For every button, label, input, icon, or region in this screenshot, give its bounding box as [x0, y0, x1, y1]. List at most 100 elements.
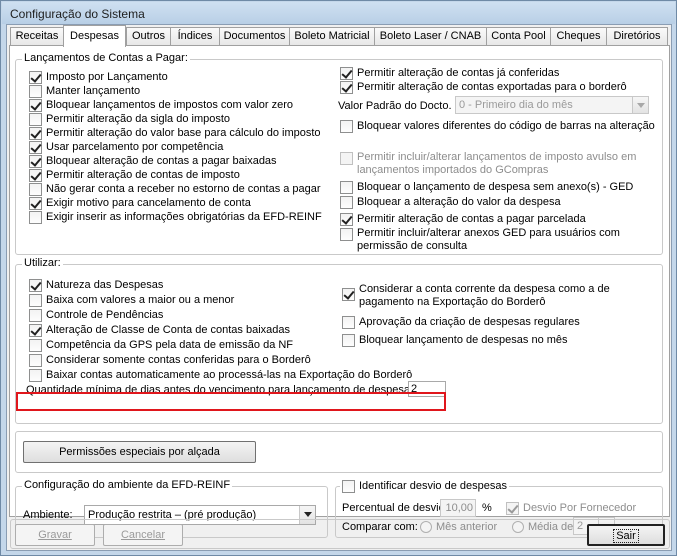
tab-documentos[interactable]: Documentos	[219, 27, 290, 46]
checkbox-box[interactable]	[342, 333, 355, 347]
checkbox-box[interactable]	[340, 152, 353, 165]
checkbox-box[interactable]	[29, 140, 42, 154]
exigir-motivo-cancelamento-checkbox[interactable]: Exigir motivo para cancelamento de conta	[29, 196, 251, 210]
competencia-gps-checkbox[interactable]: Competência da GPS pela data de emissão …	[29, 338, 293, 352]
tab-despesas[interactable]: Despesas	[63, 25, 126, 47]
checkbox-box[interactable]	[340, 180, 353, 194]
tab-cheques[interactable]: Cheques	[550, 27, 607, 46]
checkbox-box[interactable]	[29, 70, 42, 84]
checkbox-box[interactable]	[506, 501, 519, 515]
considerar-conta-corrente-checkbox[interactable]: Considerar a conta corrente da despesa c…	[342, 283, 610, 309]
checkbox-label: Aprovação da criação de despesas regular…	[359, 316, 580, 328]
permitir-ged-usuarios-consulta-checkbox[interactable]: Permitir incluir/alterar anexos GED para…	[340, 227, 620, 253]
alteracao-classe-conta-checkbox[interactable]: Alteração de Classe de Conta de contas b…	[29, 323, 290, 337]
permitir-alteracao-sigla-checkbox[interactable]: Permitir alteração da sigla do imposto	[29, 112, 230, 126]
controle-pendencias-checkbox[interactable]: Controle de Pendências	[29, 308, 163, 322]
checkbox-box[interactable]	[29, 278, 42, 292]
bloquear-alteracao-baixadas-checkbox[interactable]: Bloquear alteração de contas a pagar bai…	[29, 154, 277, 168]
checkbox-box[interactable]	[29, 112, 42, 126]
checkbox-box[interactable]	[342, 315, 355, 329]
checkbox-box[interactable]	[29, 84, 42, 98]
checkbox-label: Considerar a conta corrente da despesa c…	[359, 283, 610, 309]
checkbox-box[interactable]	[29, 210, 42, 224]
checkbox-label: Permitir alteração da sigla do imposto	[46, 113, 231, 125]
checkbox-label: Natureza das Despesas	[46, 279, 164, 291]
checkbox-box[interactable]	[29, 98, 42, 112]
bloquear-lancamento-sem-anexo-checkbox[interactable]: Bloquear o lançamento de despesa sem ane…	[340, 180, 633, 194]
identificar-desvio-checkbox[interactable]: Identificar desvio de despesas	[340, 479, 509, 493]
permissoes-especiais-button[interactable]: Permissões especiais por alçada	[23, 441, 256, 463]
lancamentos-group: Lançamentos de Contas a Pagar: Imposto p…	[15, 52, 663, 255]
checkbox-box[interactable]	[29, 308, 42, 322]
checkbox-box[interactable]	[29, 368, 42, 382]
checkbox-box[interactable]	[29, 293, 42, 307]
permitir-alteracao-conferidas-checkbox[interactable]: Permitir alteração de contas já conferid…	[340, 66, 559, 80]
checkbox-box[interactable]	[29, 338, 42, 352]
chevron-down-icon[interactable]	[632, 97, 648, 113]
permitir-alteracao-parcelada-checkbox[interactable]: Permitir alteração de contas a pagar par…	[340, 212, 586, 226]
checkbox-box[interactable]	[29, 168, 42, 182]
nao-gerar-conta-receber-checkbox[interactable]: Não gerar conta a receber no estorno de …	[29, 182, 321, 196]
tab-receitas[interactable]: Receitas	[10, 27, 64, 46]
aprovacao-despesas-regulares-checkbox[interactable]: Aprovação da criação de despesas regular…	[342, 315, 580, 329]
considerar-contas-conferidas-checkbox[interactable]: Considerar somente contas conferidas par…	[29, 353, 311, 367]
checkbox-label: Manter lançamento	[46, 85, 141, 97]
sair-label: Sair	[613, 529, 639, 543]
usar-parcelamento-competencia-checkbox[interactable]: Usar parcelamento por competência	[29, 140, 223, 154]
natureza-despesas-checkbox[interactable]: Natureza das Despesas	[29, 278, 163, 292]
permitir-alteracao-valor-base-checkbox[interactable]: Permitir alteração do valor base para cá…	[29, 126, 321, 140]
percentual-desvio-input[interactable]: 10,00	[440, 499, 476, 517]
despesas-tab-panel: Lançamentos de Contas a Pagar: Imposto p…	[9, 45, 670, 538]
checkbox-label: Identificar desvio de despesas	[359, 480, 507, 492]
bloquear-lancamento-mes-checkbox[interactable]: Bloquear lançamento de despesas no mês	[342, 333, 568, 347]
valor-padrao-select[interactable]: 0 - Primeiro dia do mês	[455, 96, 649, 114]
tab-boleto-laser-cnab[interactable]: Boleto Laser / CNAB	[374, 27, 487, 46]
checkbox-label: Bloquear lançamentos de impostos com val…	[46, 99, 294, 111]
checkbox-box[interactable]	[340, 80, 353, 94]
checkbox-box[interactable]	[29, 323, 42, 337]
checkbox-box[interactable]	[340, 195, 353, 209]
checkbox-label: Baixar contas automaticamente ao process…	[46, 369, 413, 381]
gravar-button[interactable]: Gravar	[15, 524, 95, 546]
checkbox-box[interactable]	[29, 154, 42, 168]
manter-lancamento-checkbox[interactable]: Manter lançamento	[29, 84, 140, 98]
title-bar[interactable]: Configuração do Sistema	[2, 2, 675, 24]
exigir-informacoes-efd-reinf-checkbox[interactable]: Exigir inserir as informações obrigatóri…	[29, 210, 322, 224]
checkbox-box[interactable]	[340, 228, 353, 241]
percent-sign: %	[482, 502, 492, 514]
permitir-imposto-gcompras-checkbox[interactable]: Permitir incluir/alterar lançamentos de …	[340, 151, 636, 177]
checkbox-box[interactable]	[29, 196, 42, 210]
tab-outros[interactable]: Outros	[126, 27, 171, 46]
tab-boleto-matricial[interactable]: Boleto Matricial	[289, 27, 375, 46]
checkbox-box[interactable]	[29, 126, 42, 140]
checkbox-label: Exigir inserir as informações obrigatóri…	[46, 211, 322, 223]
tab-conta-pool[interactable]: Conta Pool	[486, 27, 551, 46]
baixar-contas-automaticamente-checkbox[interactable]: Baixar contas automaticamente ao process…	[29, 368, 412, 382]
cancelar-button[interactable]: Cancelar	[103, 524, 183, 546]
permitir-alteracao-contas-imposto-checkbox[interactable]: Permitir alteração de contas de imposto	[29, 168, 240, 182]
tab-diretorios[interactable]: Diretórios	[606, 27, 668, 46]
checkbox-box[interactable]	[340, 212, 353, 226]
checkbox-label: Permitir alteração de contas a pagar par…	[357, 213, 586, 225]
checkbox-label: Permitir alteração de contas de imposto	[46, 169, 240, 181]
sair-button[interactable]: Sair	[587, 524, 665, 546]
checkbox-label: Alteração de Classe de Conta de contas b…	[46, 324, 290, 336]
imposto-por-lancamento-checkbox[interactable]: Imposto por Lançamento	[29, 70, 168, 84]
bloquear-impostos-zero-checkbox[interactable]: Bloquear lançamentos de impostos com val…	[29, 98, 293, 112]
checkbox-label: Competência da GPS pela data de emissão …	[46, 339, 294, 351]
baixa-valores-maior-menor-checkbox[interactable]: Baixa com valores a maior ou a menor	[29, 293, 234, 307]
bloquear-valores-codigo-barras-checkbox[interactable]: Bloquear valores diferentes do código de…	[340, 119, 655, 133]
bloquear-alteracao-valor-despesa-checkbox[interactable]: Bloquear a alteração do valor da despesa	[340, 195, 561, 209]
checkbox-box[interactable]	[29, 182, 42, 196]
checkbox-box[interactable]	[342, 479, 355, 493]
checkbox-label: Considerar somente contas conferidas par…	[46, 354, 311, 366]
checkbox-label: Bloquear valores diferentes do código de…	[357, 120, 655, 132]
checkbox-box[interactable]	[342, 288, 355, 301]
checkbox-box[interactable]	[340, 66, 353, 80]
checkbox-box[interactable]	[340, 119, 353, 133]
checkbox-label: Permitir incluir/alterar anexos GED para…	[357, 227, 620, 253]
permitir-alteracao-exportadas-checkbox[interactable]: Permitir alteração de contas exportadas …	[340, 80, 627, 94]
desvio-por-fornecedor-checkbox[interactable]: Desvio Por Fornecedor	[506, 501, 636, 515]
tab-indices[interactable]: Índices	[170, 27, 220, 46]
checkbox-box[interactable]	[29, 353, 42, 367]
